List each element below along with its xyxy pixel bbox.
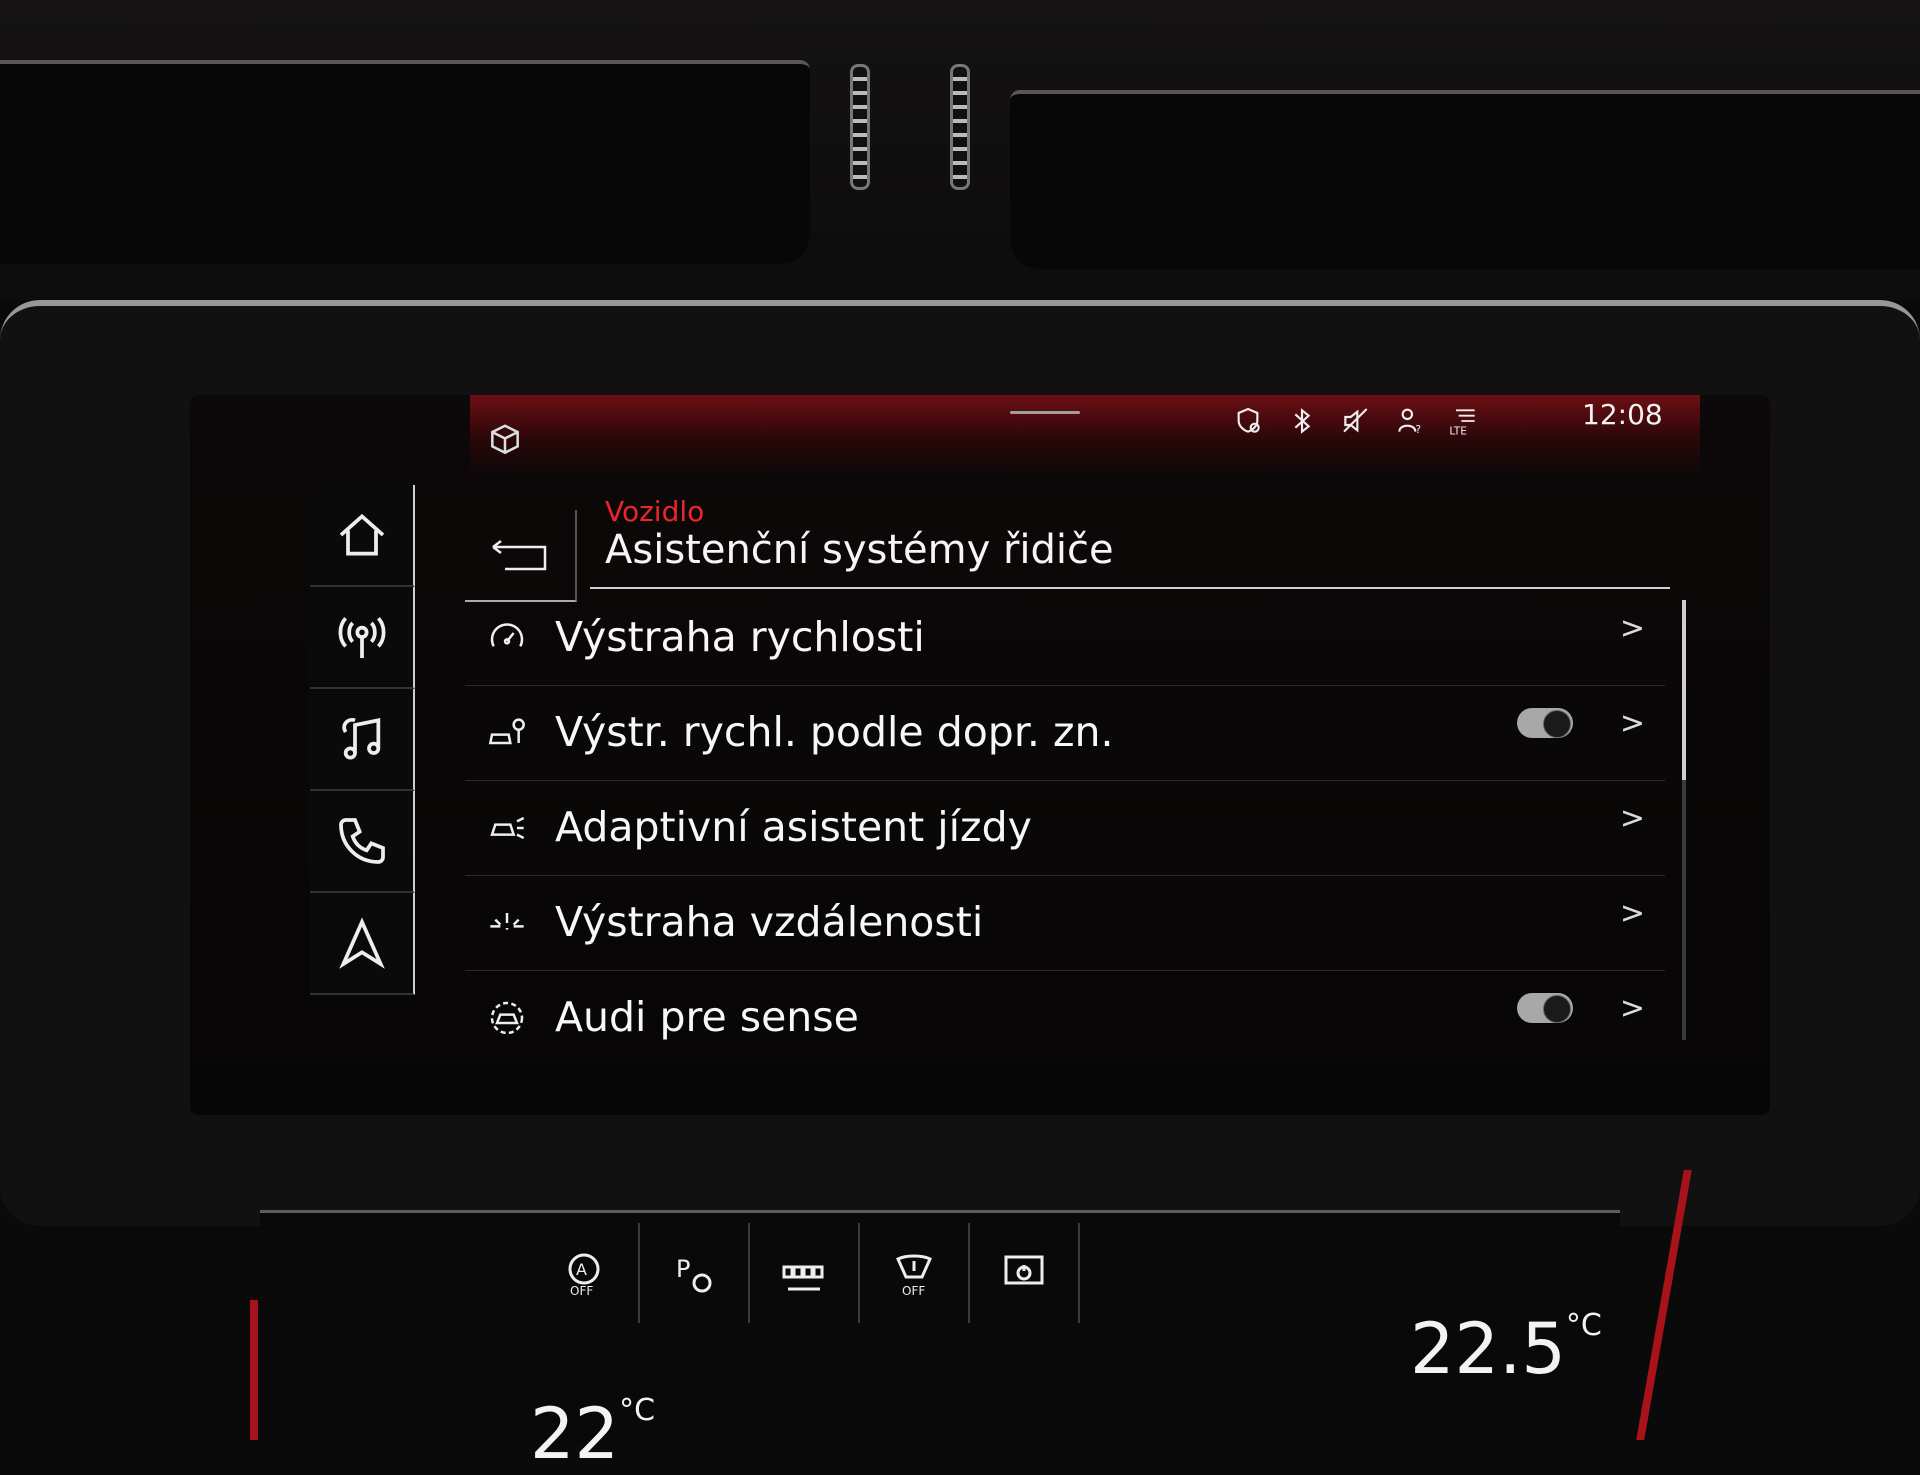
climate-buttons: A OFF P OFF — [530, 1223, 1180, 1333]
traffic-sign-warning-toggle[interactable] — [1517, 708, 1573, 738]
parking-icon: P — [676, 1255, 712, 1293]
pre-sense-icon — [490, 1001, 524, 1035]
list-item-distance-warning[interactable]: Výstraha vzdálenosti > — [465, 876, 1665, 971]
pre-sense-toggle[interactable] — [1517, 993, 1573, 1023]
temperature-right[interactable]: 22.5°C — [1410, 1308, 1602, 1390]
chevron-right-icon: > — [1619, 991, 1645, 1026]
breadcrumb[interactable]: Vozidlo — [605, 495, 704, 528]
list-item-label: Výstr. rychl. podle dopr. zn. — [555, 708, 1114, 756]
svg-text:A: A — [576, 1260, 587, 1279]
radio-icon — [338, 617, 385, 658]
traffic-sign-car-icon — [488, 718, 525, 745]
speedometer-icon — [490, 623, 524, 647]
list-item-adaptive-assist[interactable]: Adaptivní asistent jízdy > — [465, 781, 1665, 876]
cube-icon[interactable] — [486, 421, 524, 459]
chevron-right-icon: > — [1619, 706, 1645, 741]
toggle-knob — [1543, 710, 1571, 738]
clock: 12:08 — [1582, 398, 1663, 431]
temperature-unit: °C — [619, 1393, 656, 1428]
nav-rail — [310, 485, 415, 995]
list-item-label: Adaptivní asistent jízdy — [555, 803, 1032, 851]
status-glow — [470, 395, 1700, 475]
temperature-left-value: 22 — [530, 1393, 620, 1475]
ambient-light-left — [250, 1300, 258, 1440]
distance-warning-icon — [490, 913, 524, 930]
list-item-label: Audi pre sense — [555, 993, 859, 1041]
status-icons: ? LTE — [1232, 405, 1480, 437]
list-item-pre-sense[interactable]: Audi pre sense > — [465, 971, 1665, 1065]
music-icon — [341, 718, 380, 760]
vent-slat-right — [950, 64, 970, 190]
parking-button[interactable]: P — [640, 1223, 750, 1323]
scroll-thumb[interactable] — [1682, 600, 1686, 780]
location-shield-icon — [1237, 407, 1260, 433]
mute-icon — [1343, 408, 1368, 433]
home-icon — [339, 513, 384, 556]
infotainment-screen: ? LTE 12:08 Vozidlo Asistenční systémy ř… — [190, 395, 1770, 1115]
svg-text:OFF: OFF — [902, 1284, 925, 1297]
toggle-knob — [1543, 995, 1571, 1023]
back-button[interactable] — [465, 510, 577, 602]
traction-button[interactable]: OFF — [860, 1223, 970, 1323]
traction-off-icon: OFF — [896, 1254, 932, 1297]
nav-navigation[interactable] — [310, 893, 415, 995]
nav-radio[interactable] — [310, 587, 415, 689]
svg-text:?: ? — [1415, 423, 1421, 436]
list-item-label: Výstraha vzdálenosti — [555, 898, 984, 946]
nav-phone[interactable] — [310, 791, 415, 893]
temperature-left[interactable]: 22°C — [530, 1393, 655, 1475]
svg-text:OFF: OFF — [570, 1284, 593, 1297]
scrollbar[interactable] — [1682, 600, 1686, 1040]
lte-icon: LTE — [1449, 409, 1475, 437]
back-arrow-icon — [492, 540, 547, 571]
chevron-right-icon: > — [1619, 611, 1645, 646]
list-item-label: Výstraha rychlosti — [555, 613, 925, 661]
air-vent-left — [0, 60, 810, 264]
chevron-right-icon: > — [1619, 896, 1645, 931]
display-off-button[interactable] — [970, 1223, 1080, 1323]
display-off-icon — [1004, 1255, 1044, 1285]
svg-text:P: P — [676, 1255, 690, 1283]
bluetooth-icon — [1294, 408, 1311, 434]
seat-heat-button[interactable] — [750, 1223, 860, 1323]
navigation-icon — [338, 917, 385, 969]
page-title: Asistenční systémy řidiče — [605, 527, 1114, 573]
temperature-unit: °C — [1565, 1308, 1602, 1343]
temperature-right-value: 22.5 — [1410, 1308, 1566, 1390]
seat-heat-icon — [782, 1265, 824, 1291]
chevron-right-icon: > — [1619, 801, 1645, 836]
nav-home[interactable] — [310, 485, 415, 587]
nav-music[interactable] — [310, 689, 415, 791]
settings-list: Výstraha rychlosti > Výstr. rychl. podle… — [465, 591, 1665, 1065]
drag-handle[interactable] — [1010, 411, 1080, 414]
auto-start-stop-button[interactable]: A OFF — [530, 1223, 640, 1323]
driver-assist-icon — [490, 816, 525, 840]
list-item-speed-warning[interactable]: Výstraha rychlosti > — [465, 591, 1665, 686]
phone-icon — [338, 818, 385, 864]
air-vent-right — [1010, 90, 1920, 269]
vent-slat-left — [850, 64, 870, 190]
list-item-traffic-sign-warning[interactable]: Výstr. rychl. podle dopr. zn. > — [465, 686, 1665, 781]
climate-panel: A OFF P OFF 22.5°C 22°C — [260, 1210, 1620, 1475]
svg-text:LTE: LTE — [1449, 424, 1467, 437]
user-help-icon: ? — [1398, 408, 1421, 436]
auto-start-stop-off-icon: A OFF — [568, 1253, 600, 1297]
title-divider — [590, 587, 1670, 589]
